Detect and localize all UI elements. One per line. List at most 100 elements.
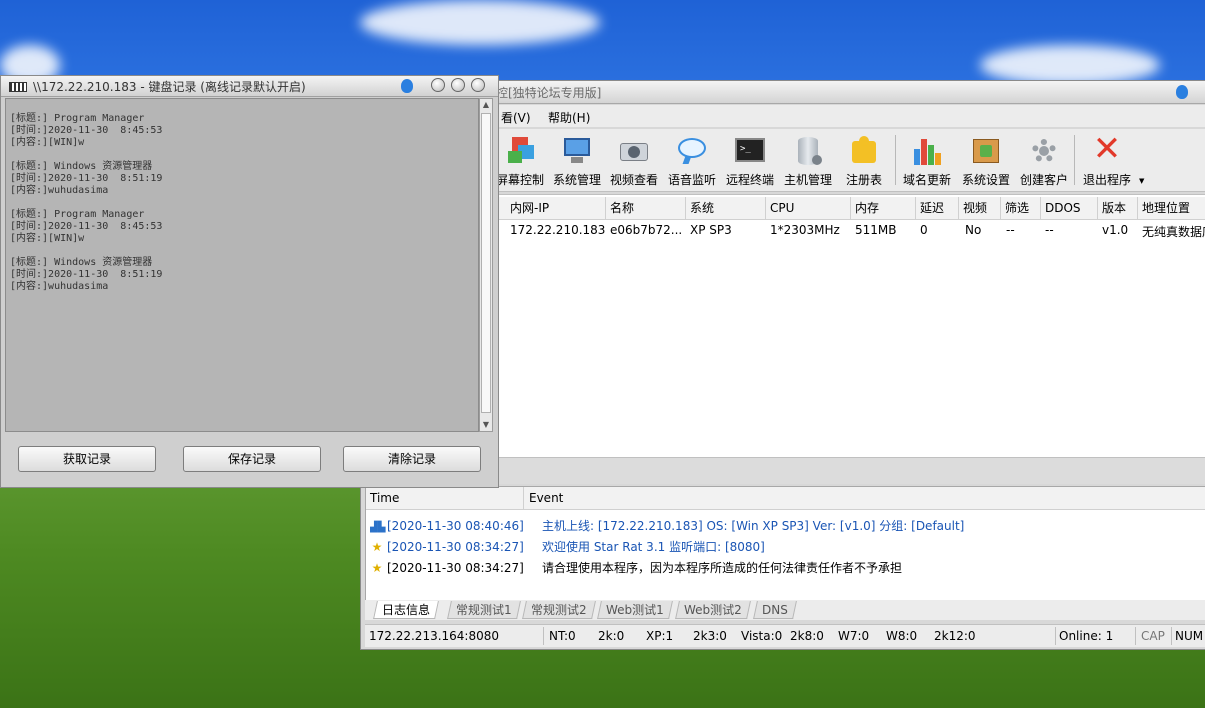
scroll-thumb[interactable] xyxy=(481,113,491,413)
tab-label: 常规测试1 xyxy=(456,603,512,617)
star-icon: ★ xyxy=(371,561,383,575)
tool-label: 屏幕控制 xyxy=(496,173,545,187)
cloud xyxy=(360,0,600,45)
log-time: [2020-11-30 08:40:46] xyxy=(387,519,524,533)
star-icon: ★ xyxy=(371,540,383,554)
minimize-button[interactable] xyxy=(431,78,445,92)
tool-exit[interactable]: ✕ 退出程序 xyxy=(1083,129,1131,188)
log-time: [2020-11-30 08:34:27] xyxy=(387,540,524,554)
event-log[interactable]: Time Event ▟▙ [2020-11-30 08:40:46] 主机上线: … xyxy=(365,486,1205,601)
status-vista: Vista:0 xyxy=(741,629,783,643)
tab-normal-test-1[interactable]: 常规测试1 xyxy=(447,601,521,619)
tab-normal-test-2[interactable]: 常规测试2 xyxy=(522,601,596,619)
tool-label: 注册表 xyxy=(846,173,883,187)
tool-registry[interactable]: 注册表 xyxy=(846,135,882,188)
tab-label: Web测试1 xyxy=(606,603,664,617)
log-row[interactable]: ▟▙ [2020-11-30 08:40:46] 主机上线: [172.22.210… xyxy=(370,517,964,534)
tab-web-test-1[interactable]: Web测试1 xyxy=(597,601,673,619)
column-header-name[interactable]: 名称 xyxy=(606,197,686,219)
clear-log-button[interactable]: 清除记录 xyxy=(343,446,481,472)
column-header-location[interactable]: 地理位置 xyxy=(1138,197,1205,219)
keylog-entry: [标题:] Windows 资源管理器 [时间:]2020-11-30 8:51:… xyxy=(10,161,478,197)
entry-content: [内容:][WIN]w xyxy=(10,233,85,244)
save-log-button[interactable]: 保存记录 xyxy=(183,446,321,472)
scroll-up-arrow-icon[interactable]: ▲ xyxy=(480,99,492,111)
log-row[interactable]: ★ [2020-11-30 08:34:27] 请合理使用本程序，因为本程序所造成的… xyxy=(370,559,902,576)
tool-system-manage[interactable]: 系统管理 xyxy=(553,135,601,188)
column-header-memory[interactable]: 内存 xyxy=(851,197,916,219)
close-x-icon: ✕ xyxy=(1092,129,1122,169)
toolbar-dropdown-arrow-icon[interactable]: ▼ xyxy=(1139,177,1144,185)
status-w8: W8:0 xyxy=(886,629,918,643)
tool-video-view[interactable]: 视频查看 xyxy=(610,135,658,188)
keylog-text-area[interactable]: [标题:] Program Manager [时间:]2020-11-30 8:4… xyxy=(5,98,479,432)
puzzle-icon xyxy=(848,135,880,167)
tab-web-test-2[interactable]: Web测试2 xyxy=(675,601,751,619)
network-icon: ▟▙ xyxy=(370,522,386,533)
column-header-time[interactable]: Time xyxy=(366,487,524,509)
entry-time: [时间:]2020-11-30 8:45:53 xyxy=(10,125,163,136)
tool-label: 主机管理 xyxy=(784,173,833,187)
entry-title: [标题:] Windows 资源管理器 xyxy=(10,257,153,268)
column-header-filter[interactable]: 筛选 xyxy=(1001,197,1041,219)
tool-domain-update[interactable]: 域名更新 xyxy=(903,135,951,188)
status-2k: 2k:0 xyxy=(598,629,625,643)
cell-version: v1.0 xyxy=(1102,223,1129,237)
log-row[interactable]: ★ [2020-11-30 08:34:27] 欢迎使用 Star Rat 3.1 … xyxy=(370,538,765,555)
status-nt: NT:0 xyxy=(549,629,576,643)
status-separator xyxy=(543,627,544,645)
column-header-latency[interactable]: 延迟 xyxy=(916,197,959,219)
tab-label: Web测试2 xyxy=(684,603,742,617)
cell-ip: 172.22.210.183 xyxy=(510,223,606,237)
gear-icon xyxy=(1028,135,1060,167)
cell-os: XP SP3 xyxy=(690,223,732,237)
toolbar-separator xyxy=(1074,135,1075,185)
tool-system-settings[interactable]: 系统设置 xyxy=(962,135,1010,188)
tool-label: 语音监听 xyxy=(668,173,717,187)
tool-label: 系统设置 xyxy=(962,173,1011,187)
close-button[interactable] xyxy=(471,78,485,92)
get-log-button[interactable]: 获取记录 xyxy=(18,446,156,472)
tool-create-client[interactable]: 创建客户 xyxy=(1020,135,1068,188)
cell-name: e06b7b72... xyxy=(610,223,683,237)
column-header-version[interactable]: 版本 xyxy=(1098,197,1138,219)
column-header-event[interactable]: Event xyxy=(525,487,1125,509)
tool-label: 远程终端 xyxy=(726,173,775,187)
scroll-down-arrow-icon[interactable]: ▼ xyxy=(480,419,492,431)
status-cap: CAP xyxy=(1141,629,1165,643)
cell-ddos: -- xyxy=(1045,223,1054,237)
entry-title: [标题:] Program Manager xyxy=(10,209,145,220)
column-header-ip[interactable]: 内网-IP xyxy=(506,197,606,219)
entry-content: [内容:][WIN]w xyxy=(10,137,85,148)
bar-chart-icon xyxy=(911,135,943,167)
tool-host-manage[interactable]: 主机管理 xyxy=(784,135,832,188)
log-event: 主机上线: [172.22.210.183] OS: [Win XP SP3] … xyxy=(542,519,965,533)
maximize-button[interactable] xyxy=(451,78,465,92)
status-address: 172.22.213.164:8080 xyxy=(369,629,500,643)
column-header-os[interactable]: 系统 xyxy=(686,197,766,219)
tab-dns[interactable]: DNS xyxy=(753,601,797,619)
keylog-window-title: \\172.22.210.183 - 键盘记录 (离线记录默认开启) xyxy=(33,80,306,94)
tool-label: 域名更新 xyxy=(903,173,952,187)
keylog-entry: [标题:] Windows 资源管理器 [时间:]2020-11-30 8:51:… xyxy=(10,257,478,293)
tool-screen-control[interactable]: 屏幕控制 xyxy=(496,135,544,188)
column-header-ddos[interactable]: DDOS xyxy=(1041,197,1098,219)
cell-video: No xyxy=(965,223,982,237)
menu-view[interactable]: 看(V) xyxy=(501,109,531,126)
entry-title: [标题:] Windows 资源管理器 xyxy=(10,161,153,172)
keylog-window: \\172.22.210.183 - 键盘记录 (离线记录默认开启) [标题:]… xyxy=(0,75,499,488)
tool-remote-terminal[interactable]: >_ 远程终端 xyxy=(726,135,774,188)
keylog-scrollbar[interactable]: ▲ ▼ xyxy=(479,98,493,432)
tab-log-info[interactable]: 日志信息 xyxy=(373,601,439,619)
menu-help[interactable]: 帮助(H) xyxy=(548,109,590,126)
status-bar: 172.22.213.164:8080 NT:0 2k:0 XP:1 2k3:0… xyxy=(365,624,1205,647)
keylog-title-bar[interactable]: \\172.22.210.183 - 键盘记录 (离线记录默认开启) xyxy=(1,76,498,97)
column-header-cpu[interactable]: CPU xyxy=(766,197,851,219)
column-header-video[interactable]: 视频 xyxy=(959,197,1001,219)
tool-voice-listen[interactable]: 语音监听 xyxy=(668,135,716,188)
tool-label: 系统管理 xyxy=(553,173,602,187)
main-window-title: 控[独特论坛专用版] xyxy=(496,86,602,100)
droplet-icon xyxy=(1176,85,1188,99)
keyboard-icon xyxy=(9,82,27,92)
status-2k12: 2k12:0 xyxy=(934,629,976,643)
